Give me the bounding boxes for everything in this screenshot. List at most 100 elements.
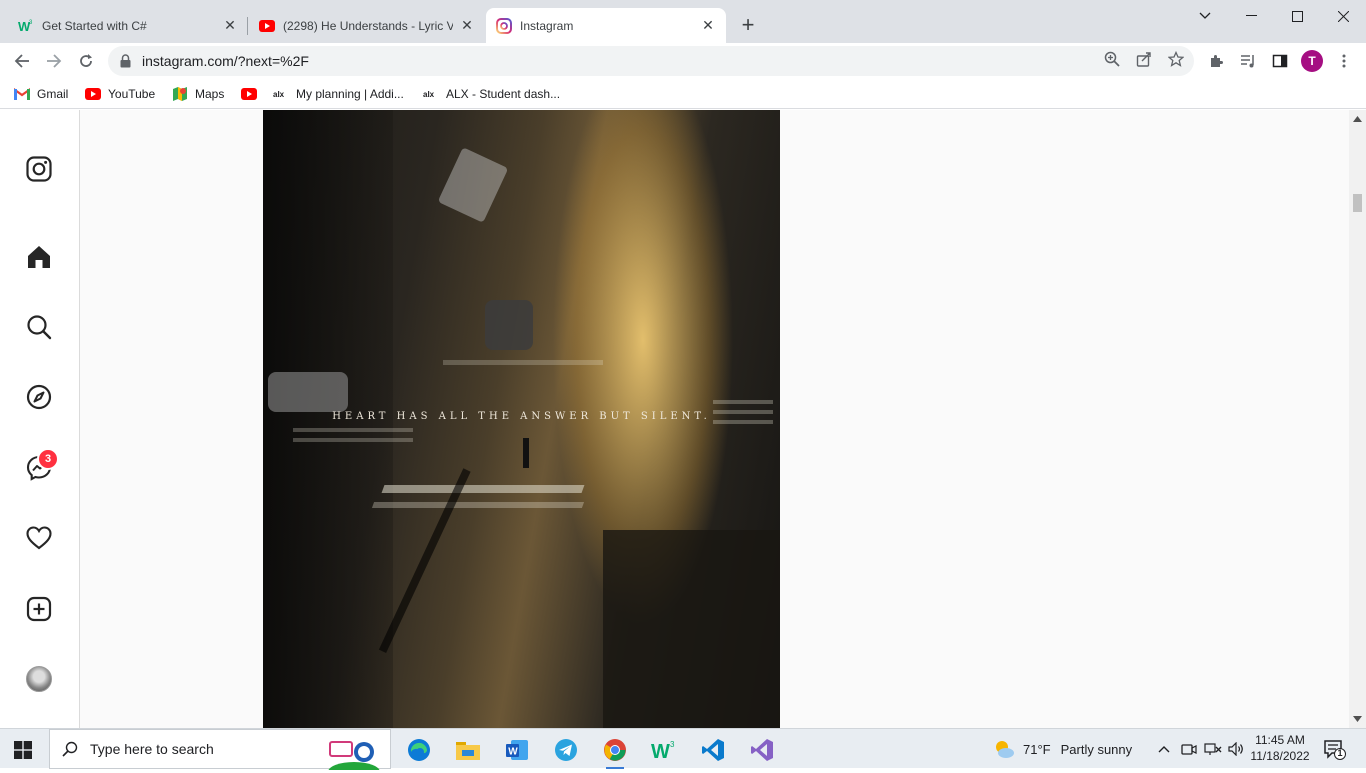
- weather-condition: Partly sunny: [1060, 741, 1133, 757]
- bookmark-gmail[interactable]: Gmail: [14, 85, 68, 103]
- telegram-icon[interactable]: [551, 735, 581, 765]
- profile-avatar[interactable]: [26, 666, 52, 692]
- side-panel-icon[interactable]: [1270, 51, 1290, 71]
- tab-instagram[interactable]: Instagram ✕: [486, 8, 726, 43]
- close-tab-icon[interactable]: ✕: [459, 17, 475, 34]
- more-menu-icon[interactable]: [1334, 51, 1354, 71]
- share-icon[interactable]: [1135, 50, 1153, 68]
- youtube-icon: [85, 86, 101, 102]
- edge-icon[interactable]: [404, 735, 434, 765]
- windows-start-icon[interactable]: [14, 741, 32, 759]
- notification-count: 1: [1337, 748, 1343, 758]
- bookmark-youtube[interactable]: YouTube: [85, 85, 155, 103]
- taskbar-clock[interactable]: 11:45 AM 11/18/2022: [1247, 732, 1313, 764]
- url-text: instagram.com/?next=%2F: [142, 53, 309, 69]
- windows-taskbar: Type here to search W W3 71°F Partly sun…: [0, 728, 1366, 773]
- messages-count-badge: 3: [37, 448, 59, 470]
- svg-text:3: 3: [29, 20, 33, 26]
- file-explorer-icon[interactable]: [453, 735, 483, 765]
- pedestrian: [523, 438, 529, 468]
- bookmark-label: ALX - Student dash...: [446, 87, 561, 101]
- vscode-icon[interactable]: [698, 735, 728, 765]
- meet-now-icon[interactable]: [1180, 740, 1198, 758]
- crosswalk-stripe: [293, 428, 413, 432]
- post-image[interactable]: HEART HAS ALL THE ANSWER BUT SILENT.: [263, 110, 780, 728]
- back-arrow-icon[interactable]: [8, 47, 36, 75]
- bookmark-youtube-2[interactable]: [241, 85, 264, 103]
- car: [268, 372, 348, 412]
- close-tab-icon[interactable]: ✕: [700, 17, 716, 34]
- w3schools-icon: W3: [18, 18, 34, 34]
- sidewalk-block: [603, 530, 780, 728]
- partly-sunny-icon: [993, 738, 1015, 760]
- heart-icon[interactable]: [24, 523, 54, 553]
- svg-text:alx: alx: [273, 90, 285, 99]
- bookmark-label: YouTube: [108, 87, 156, 101]
- tab-title: Instagram: [520, 18, 574, 33]
- network-icon[interactable]: [1204, 740, 1222, 758]
- post-overlay-text: HEART HAS ALL THE ANSWER BUT SILENT.: [332, 411, 711, 422]
- browser-toolbar: instagram.com/?next=%2F T: [0, 43, 1366, 79]
- lock-icon[interactable]: [120, 54, 132, 68]
- taskbar-search-box[interactable]: Type here to search: [49, 729, 391, 773]
- volume-icon[interactable]: [1227, 740, 1245, 758]
- profile-avatar-button[interactable]: T: [1301, 50, 1323, 72]
- gmail-icon: [14, 86, 30, 102]
- bookmark-my-planning[interactable]: alx My planning | Addi...: [273, 85, 404, 103]
- zoom-icon[interactable]: [1103, 50, 1121, 68]
- word-icon[interactable]: W: [502, 735, 532, 765]
- tab-youtube-lyric[interactable]: (2298) He Understands - Lyric Vid ✕: [249, 8, 485, 43]
- tab-get-started-csharp[interactable]: W3 Get Started with C# ✕: [8, 8, 248, 43]
- bookmark-alx-dashboard[interactable]: alx ALX - Student dash...: [423, 85, 560, 103]
- media-controls-icon[interactable]: [1238, 51, 1258, 71]
- instagram-page: 3 HEART HAS ALL THE ANSWER BUT SILENT.: [0, 110, 1366, 728]
- browser-tab-strip: W3 Get Started with C# ✕ (2298) He Under…: [0, 0, 1366, 43]
- search-icon: [62, 740, 80, 758]
- scroll-up-icon: [1353, 116, 1362, 122]
- close-window-icon[interactable]: [1320, 2, 1366, 30]
- youtube-icon: [241, 86, 257, 102]
- visual-studio-icon[interactable]: [747, 735, 777, 765]
- create-icon[interactable]: [24, 594, 54, 624]
- new-tab-button[interactable]: +: [736, 14, 760, 38]
- tab-title: Get Started with C#: [42, 18, 147, 33]
- crosswalk-stripe: [293, 438, 413, 442]
- bookmark-star-icon[interactable]: [1167, 50, 1185, 68]
- tab-separator: [247, 17, 248, 35]
- page-scrollbar[interactable]: [1349, 110, 1366, 728]
- w3schools-icon[interactable]: W3: [649, 735, 679, 765]
- explore-icon[interactable]: [24, 382, 54, 412]
- svg-text:alx: alx: [423, 90, 435, 99]
- bookmark-label: Maps: [195, 87, 225, 101]
- minimize-icon[interactable]: [1228, 2, 1274, 30]
- close-tab-icon[interactable]: ✕: [222, 17, 238, 34]
- crosswalk-stripe: [713, 400, 773, 404]
- search-icon[interactable]: [24, 312, 54, 342]
- reload-icon[interactable]: [72, 47, 100, 75]
- weather-widget[interactable]: 71°F Partly sunny: [993, 737, 1132, 761]
- svg-text:3: 3: [670, 740, 675, 749]
- instagram-sidebar: 3: [0, 110, 80, 728]
- scroll-thumb[interactable]: [1353, 194, 1362, 212]
- bookmark-maps[interactable]: Maps: [172, 85, 224, 103]
- crosswalk-stripe: [381, 485, 585, 493]
- instagram-logo-icon[interactable]: [24, 154, 54, 184]
- bookmark-label: Gmail: [37, 87, 69, 101]
- tab-search-chevron-icon[interactable]: [1182, 2, 1228, 30]
- car: [485, 300, 533, 350]
- chrome-icon[interactable]: [600, 735, 630, 769]
- address-bar[interactable]: instagram.com/?next=%2F: [108, 46, 1194, 76]
- scroll-down-icon: [1353, 716, 1362, 722]
- bus: [437, 147, 509, 223]
- chevron-up-icon[interactable]: [1155, 740, 1173, 758]
- weather-temp: 71°F: [1023, 741, 1051, 757]
- search-placeholder: Type here to search: [90, 741, 214, 757]
- extensions-puzzle-icon[interactable]: [1206, 51, 1226, 71]
- forward-arrow-icon[interactable]: [40, 47, 68, 75]
- clock-time: 11:45 AM: [1255, 733, 1305, 747]
- crosswalk-stripe: [443, 360, 603, 365]
- alx-icon: alx: [273, 86, 289, 102]
- home-icon[interactable]: [24, 242, 54, 272]
- maximize-icon[interactable]: [1274, 2, 1320, 30]
- notification-center-icon[interactable]: 1: [1324, 740, 1346, 760]
